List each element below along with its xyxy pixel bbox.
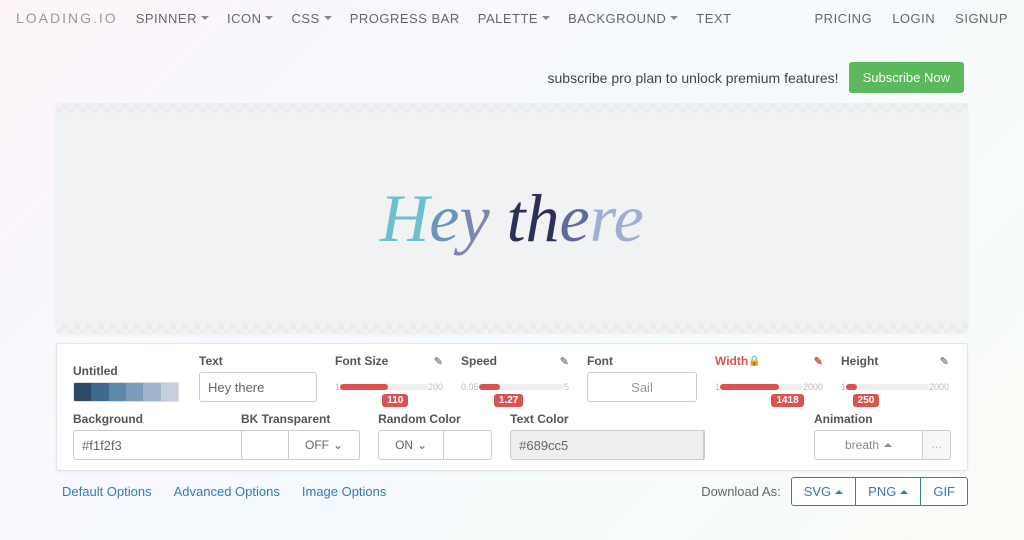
- text-color-swatch[interactable]: [703, 430, 705, 460]
- width-slider[interactable]: 1 1418 2000: [715, 372, 823, 402]
- text-color-input[interactable]: [510, 430, 704, 460]
- width-label: Width: [715, 354, 748, 368]
- animation-more-button[interactable]: …: [923, 430, 951, 460]
- chevron-down-icon: [670, 16, 678, 20]
- nav-text[interactable]: TEXT: [696, 11, 731, 26]
- random-color-swatch[interactable]: [444, 430, 492, 460]
- bk-transparent-toggle[interactable]: OFF⌄: [289, 430, 360, 460]
- subscribe-text: subscribe pro plan to unlock premium fea…: [548, 70, 839, 86]
- preset-label: Untitled: [73, 364, 181, 378]
- text-color-label: Text Color: [510, 412, 678, 426]
- subscribe-button[interactable]: Subscribe Now: [849, 62, 964, 93]
- palette-preview[interactable]: [73, 382, 179, 402]
- chevron-up-icon: [900, 490, 908, 494]
- nav-login[interactable]: LOGIN: [892, 11, 935, 26]
- chevron-down-icon: [542, 16, 550, 20]
- chevron-down-icon: [324, 16, 332, 20]
- speed-label: Speed: [461, 354, 497, 368]
- nav-signup[interactable]: SIGNUP: [955, 11, 1008, 26]
- preview-area: Hey there: [56, 103, 968, 333]
- bk-transparent-label: BK Transparent: [241, 412, 360, 426]
- nav-icon[interactable]: ICON: [227, 11, 274, 26]
- controls-panel: Untitled Text Font Size ✎ 1 110 200 Speed…: [56, 343, 968, 471]
- text-color-field: Text Color: [510, 412, 678, 460]
- brand-logo[interactable]: LOADING.IO: [16, 10, 118, 26]
- tab-default-options[interactable]: Default Options: [62, 484, 152, 499]
- animation-select[interactable]: breath: [814, 430, 923, 460]
- nav-palette[interactable]: PALETTE: [478, 11, 550, 26]
- nav-progress-bar[interactable]: PROGRESS BAR: [350, 11, 460, 26]
- chevron-up-icon: [835, 490, 843, 494]
- background-field: Background: [73, 412, 223, 460]
- chevron-down-icon: [201, 16, 209, 20]
- tab-advanced-options[interactable]: Advanced Options: [174, 484, 280, 499]
- animation-field: Animation breath …: [814, 412, 951, 460]
- download-label: Download As:: [701, 484, 781, 499]
- chevron-up-icon: [884, 443, 892, 447]
- download-png-button[interactable]: PNG: [855, 478, 920, 505]
- nav-spinner[interactable]: SPINNER: [136, 11, 209, 26]
- speed-slider[interactable]: 0.05 1.27 5: [461, 372, 569, 402]
- font-size-field: Font Size ✎ 1 110 200: [335, 354, 443, 402]
- option-tabs: Default Options Advanced Options Image O…: [56, 484, 386, 499]
- random-color-field: Random Color ON⌄: [378, 412, 492, 460]
- preview-canvas: Hey there: [56, 103, 968, 333]
- height-field: Height ✎ 1 250 2000: [841, 354, 949, 402]
- preview-text: Hey there: [380, 179, 644, 258]
- text-label: Text: [199, 354, 317, 368]
- nav-pricing[interactable]: PRICING: [815, 11, 873, 26]
- nav-right: PRICING LOGIN SIGNUP: [815, 11, 1008, 26]
- pencil-icon[interactable]: ✎: [434, 355, 443, 368]
- font-field: Font: [587, 354, 697, 402]
- height-slider[interactable]: 1 250 2000: [841, 372, 949, 402]
- download-gif-button[interactable]: GIF: [920, 478, 967, 505]
- tab-image-options[interactable]: Image Options: [302, 484, 387, 499]
- pencil-icon[interactable]: ✎: [814, 355, 823, 368]
- download-section: Download As: SVG PNG GIF: [701, 477, 968, 506]
- bk-transparent-field: BK Transparent OFF⌄: [241, 412, 360, 460]
- text-input[interactable]: [199, 372, 317, 402]
- pencil-icon[interactable]: ✎: [940, 355, 949, 368]
- nav-css[interactable]: CSS: [291, 11, 331, 26]
- background-input[interactable]: [73, 430, 267, 460]
- background-label: Background: [73, 412, 223, 426]
- chevron-down-icon: ⌄: [333, 438, 343, 452]
- footer-bar: Default Options Advanced Options Image O…: [56, 477, 968, 506]
- subscribe-banner: subscribe pro plan to unlock premium fea…: [0, 36, 1024, 103]
- font-label: Font: [587, 354, 697, 368]
- chevron-down-icon: ⌄: [417, 438, 427, 452]
- animation-label: Animation: [814, 412, 951, 426]
- chevron-down-icon: [265, 16, 273, 20]
- top-nav: LOADING.IO SPINNER ICON CSS PROGRESS BAR…: [0, 0, 1024, 36]
- text-field: Text: [199, 354, 317, 402]
- nav-background[interactable]: BACKGROUND: [568, 11, 678, 26]
- speed-field: Speed ✎ 0.05 1.27 5: [461, 354, 569, 402]
- lock-icon[interactable]: 🔒: [748, 356, 760, 367]
- nav-left: SPINNER ICON CSS PROGRESS BAR PALETTE BA…: [136, 11, 732, 26]
- font-input[interactable]: [587, 372, 697, 402]
- pencil-icon[interactable]: ✎: [560, 355, 569, 368]
- preset-field: Untitled: [73, 364, 181, 402]
- download-svg-button[interactable]: SVG: [792, 478, 855, 505]
- font-size-slider[interactable]: 1 110 200: [335, 372, 443, 402]
- random-color-label: Random Color: [378, 412, 492, 426]
- random-color-toggle[interactable]: ON⌄: [378, 430, 444, 460]
- width-field: Width 🔒 ✎ 1 1418 2000: [715, 354, 823, 402]
- height-label: Height: [841, 354, 878, 368]
- bk-transparent-swatch[interactable]: [241, 430, 289, 460]
- font-size-label: Font Size: [335, 354, 388, 368]
